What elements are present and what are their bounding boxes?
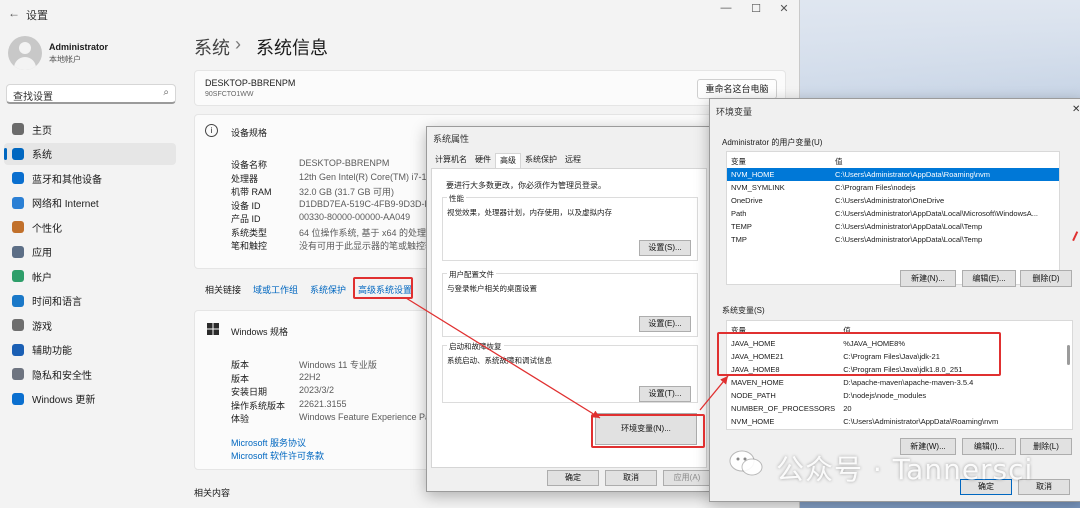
wechat-logo-icon xyxy=(728,448,764,478)
watermark-text: 公众号 · Tannersci xyxy=(776,453,1034,486)
annotation-arrows xyxy=(405,297,729,419)
arrow-to-env-button xyxy=(405,297,601,419)
arrow-to-java-vars xyxy=(699,375,729,411)
